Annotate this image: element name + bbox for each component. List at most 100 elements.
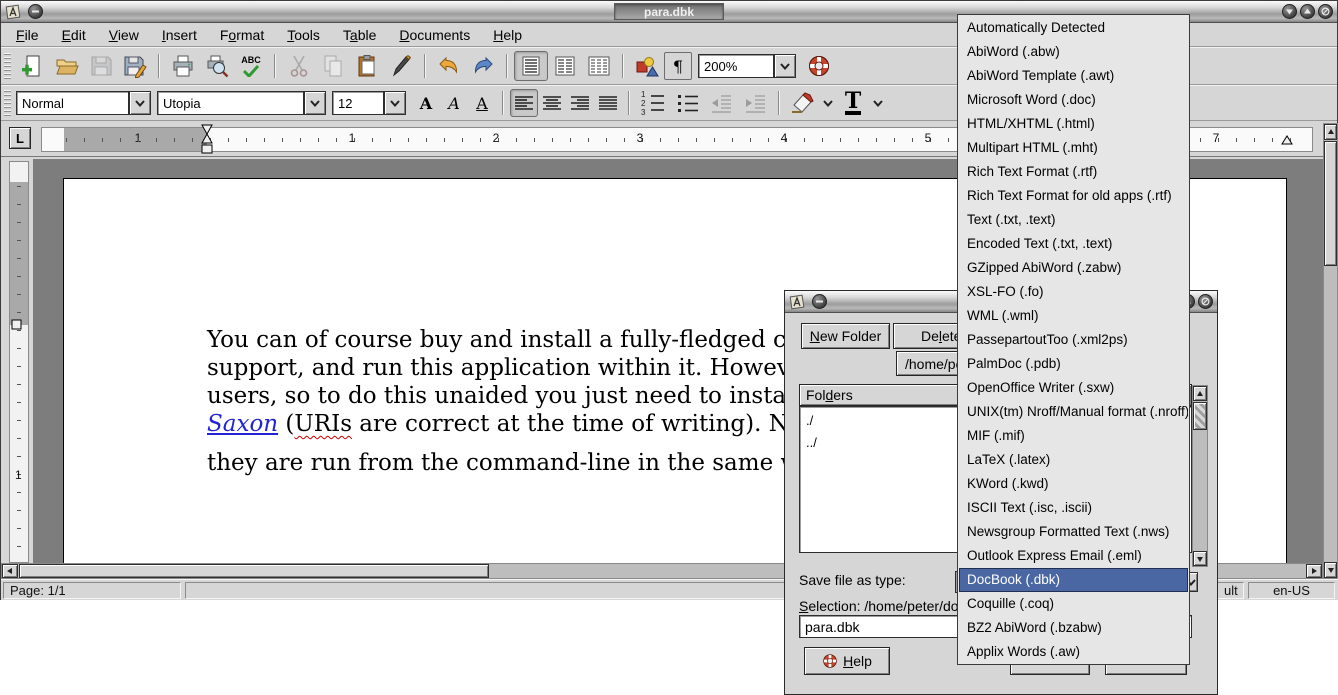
file-type-option[interactable]: OpenOffice Writer (.sxw)	[959, 376, 1188, 400]
scroll-up-button[interactable]	[1193, 386, 1207, 401]
file-type-option[interactable]: Automatically Detected	[959, 16, 1188, 40]
scroll-left-button[interactable]	[2, 564, 18, 578]
spellcheck-button[interactable]: ABC	[234, 51, 268, 81]
folders-scroll-thumb[interactable]	[1193, 402, 1207, 430]
file-type-option[interactable]: Applix Words (.aw)	[959, 640, 1188, 664]
font-color-dropdown[interactable]	[870, 92, 886, 114]
style-dropdown-arrow[interactable]	[129, 91, 151, 115]
print-preview-button[interactable]	[200, 51, 234, 81]
file-type-option[interactable]: MIF (.mif)	[959, 424, 1188, 448]
maximize-button[interactable]	[1300, 4, 1315, 19]
numbered-list-button[interactable]: 123	[636, 88, 670, 118]
window-menu-button[interactable]	[812, 294, 827, 309]
font-size-dropdown-arrow[interactable]	[384, 91, 406, 115]
underline-button[interactable]: A	[468, 89, 496, 117]
file-type-option[interactable]: Coquille (.coq)	[959, 592, 1188, 616]
print-button[interactable]	[166, 51, 200, 81]
redo-button[interactable]	[466, 51, 500, 81]
align-left-button[interactable]	[510, 89, 538, 117]
bullet-list-button[interactable]	[670, 88, 704, 118]
menu-table[interactable]: Table	[334, 25, 385, 45]
scroll-up-button[interactable]	[1324, 124, 1337, 140]
two-columns-button[interactable]	[548, 51, 582, 81]
language-indicator[interactable]: en-US	[1248, 582, 1335, 599]
highlight-color-dropdown[interactable]	[820, 92, 836, 114]
open-button[interactable]	[50, 51, 84, 81]
help-button[interactable]	[802, 51, 836, 81]
file-type-option[interactable]: LaTeX (.latex)	[959, 448, 1188, 472]
scroll-down-button[interactable]	[1324, 562, 1337, 578]
file-type-option[interactable]: HTML/XHTML (.html)	[959, 112, 1188, 136]
menu-documents[interactable]: Documents	[390, 25, 479, 45]
file-type-option[interactable]: Newsgroup Formatted Text (.nws)	[959, 520, 1188, 544]
file-type-option[interactable]: Rich Text Format for old apps (.rtf)	[959, 184, 1188, 208]
indent-marker[interactable]	[200, 124, 214, 155]
document-text[interactable]: You can of course buy and install a full…	[207, 326, 847, 477]
file-type-option[interactable]: PalmDoc (.pdb)	[959, 352, 1188, 376]
file-type-option[interactable]: AbiWord Template (.awt)	[959, 64, 1188, 88]
vertical-scroll-thumb[interactable]	[1324, 141, 1337, 266]
file-type-option[interactable]: AbiWord (.abw)	[959, 40, 1188, 64]
paste-button[interactable]	[350, 51, 384, 81]
file-type-option[interactable]: UNIX(tm) Nroff/Manual format (.nroff)	[959, 400, 1188, 424]
save-as-button[interactable]	[118, 51, 152, 81]
toolbar-grip[interactable]	[4, 90, 11, 116]
show-paragraphs-button[interactable]: ¶	[664, 52, 692, 80]
menu-format[interactable]: Format	[211, 25, 273, 45]
one-column-button[interactable]	[514, 51, 548, 81]
font-select[interactable]: Utopia	[157, 91, 304, 115]
align-right-button[interactable]	[566, 89, 594, 117]
file-type-option[interactable]: WML (.wml)	[959, 304, 1188, 328]
three-columns-button[interactable]	[582, 51, 616, 81]
align-center-button[interactable]	[538, 89, 566, 117]
file-type-option[interactable]: Text (.txt, .text)	[959, 208, 1188, 232]
style-select[interactable]: Normal	[16, 91, 129, 115]
font-color-button[interactable]: T	[836, 88, 870, 118]
scroll-down-button[interactable]	[1193, 551, 1207, 566]
copy-button[interactable]	[316, 51, 350, 81]
file-type-option[interactable]: Rich Text Format (.rtf)	[959, 160, 1188, 184]
menu-file[interactable]: File	[7, 25, 48, 45]
highlight-color-button[interactable]	[786, 88, 820, 118]
margin-marker[interactable]	[11, 319, 22, 330]
toolbar-grip[interactable]	[4, 53, 11, 79]
zoom-input[interactable]: 200%	[698, 54, 774, 78]
menu-help[interactable]: Help	[484, 25, 531, 45]
new-folder-button[interactable]: New Folder	[801, 323, 890, 349]
file-type-option[interactable]: XSL-FO (.fo)	[959, 280, 1188, 304]
menu-tools[interactable]: Tools	[278, 25, 329, 45]
saxon-hyperlink[interactable]: Saxon	[207, 411, 278, 437]
minimize-button[interactable]	[1282, 4, 1297, 19]
horizontal-scroll-thumb[interactable]	[19, 564, 489, 578]
file-type-option[interactable]: GZipped AbiWord (.zabw)	[959, 256, 1188, 280]
file-type-option[interactable]: Multipart HTML (.mht)	[959, 136, 1188, 160]
file-type-option[interactable]: BZ2 AbiWord (.bzabw)	[959, 616, 1188, 640]
file-type-option[interactable]: ISCII Text (.isc, .iscii)	[959, 496, 1188, 520]
font-size-select[interactable]: 12	[332, 91, 384, 115]
save-button[interactable]	[84, 51, 118, 81]
undo-button[interactable]	[432, 51, 466, 81]
italic-button[interactable]: A	[440, 89, 468, 117]
menu-edit[interactable]: Edit	[53, 25, 95, 45]
format-painter-button[interactable]	[384, 51, 418, 81]
align-justify-button[interactable]	[594, 89, 622, 117]
file-type-option[interactable]: PassepartoutToo (.xml2ps)	[959, 328, 1188, 352]
file-type-option-selected[interactable]: DocBook (.dbk)	[959, 568, 1188, 592]
new-document-button[interactable]	[16, 51, 50, 81]
right-indent-marker[interactable]	[1280, 134, 1294, 146]
file-type-option[interactable]: Encoded Text (.txt, .text)	[959, 232, 1188, 256]
cut-button[interactable]	[282, 51, 316, 81]
folders-scrollbar[interactable]	[1192, 385, 1208, 567]
file-type-option[interactable]: KWord (.kwd)	[959, 472, 1188, 496]
increase-indent-button[interactable]	[738, 88, 772, 118]
scroll-right-button[interactable]	[1306, 564, 1322, 578]
menu-insert[interactable]: Insert	[153, 25, 206, 45]
zoom-dropdown-arrow[interactable]	[774, 54, 796, 78]
tab-selector-button[interactable]: L	[9, 127, 31, 149]
help-button[interactable]: Help	[804, 647, 890, 675]
file-type-option[interactable]: Microsoft Word (.doc)	[959, 88, 1188, 112]
vertical-ruler[interactable]: 1	[9, 161, 29, 563]
decrease-indent-button[interactable]	[704, 88, 738, 118]
window-menu-button[interactable]	[28, 4, 43, 19]
font-dropdown-arrow[interactable]	[304, 91, 326, 115]
